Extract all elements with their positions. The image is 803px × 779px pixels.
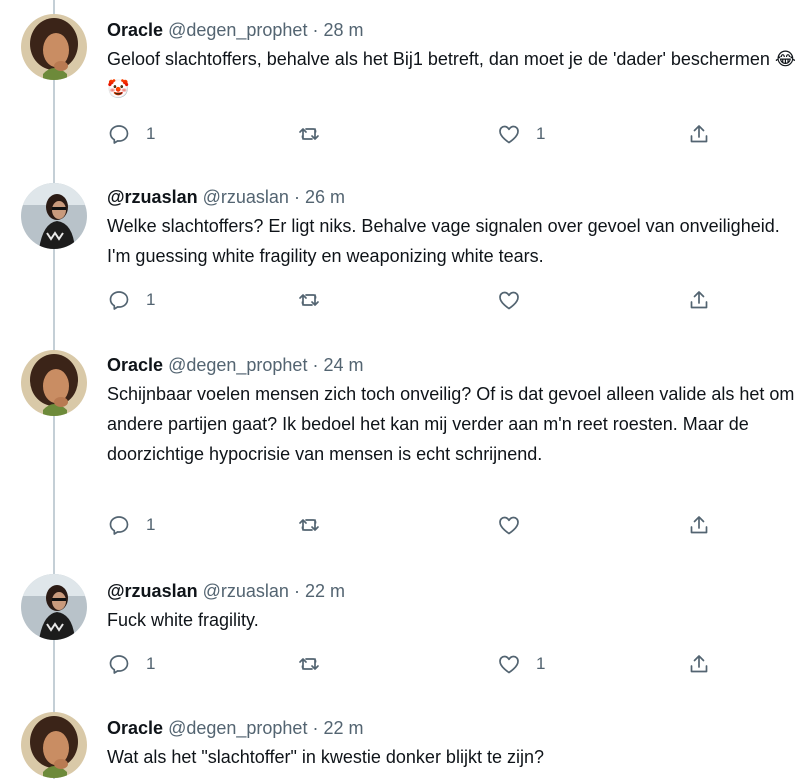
tweet-header: Oracle @degen_prophet · 28 m — [107, 18, 797, 42]
timestamp[interactable]: 28 m — [323, 20, 363, 40]
tweet-text: Welke slachtoffers? Er ligt niks. Behalv… — [107, 216, 780, 266]
retweet-icon — [299, 294, 319, 306]
retweet-icon — [299, 128, 319, 140]
reply-button[interactable]: 1 — [107, 122, 155, 146]
share-button[interactable] — [687, 288, 711, 312]
user-handle[interactable]: @degen_prophet — [168, 20, 307, 40]
tweet-text: Fuck white fragility. — [107, 610, 259, 630]
like-count: 1 — [536, 124, 546, 143]
separator: · — [312, 718, 319, 738]
reply-icon — [109, 291, 129, 310]
user-handle[interactable]: @degen_prophet — [168, 718, 307, 738]
tweet-text: Schijnbaar voelen mensen zich toch onvei… — [107, 384, 795, 464]
reply-count: 1 — [146, 515, 156, 534]
reply-button[interactable]: 1 — [107, 288, 155, 312]
display-name[interactable]: Oracle — [107, 20, 163, 40]
avatar[interactable] — [21, 350, 87, 416]
heart-icon — [499, 125, 519, 144]
avatar[interactable] — [21, 14, 87, 80]
share-icon — [690, 655, 708, 673]
share-button[interactable] — [687, 652, 711, 676]
display-name[interactable]: @rzuaslan — [107, 187, 198, 207]
separator: · — [293, 187, 300, 207]
separator: · — [312, 20, 319, 40]
share-icon — [690, 516, 708, 534]
tweet-actions: 1 1 — [107, 122, 727, 150]
like-button[interactable]: 1 — [497, 652, 545, 676]
user-handle[interactable]: @degen_prophet — [168, 355, 307, 375]
tweet-thread: Oracle @degen_prophet · 28 m Geloof slac… — [0, 0, 803, 779]
tweet-actions: 1 — [107, 513, 727, 541]
retweet-icon — [299, 519, 319, 531]
avatar[interactable] — [21, 183, 87, 249]
heart-icon — [499, 516, 519, 535]
heart-icon — [499, 655, 519, 674]
timestamp[interactable]: 24 m — [323, 355, 363, 375]
reply-count: 1 — [146, 124, 156, 143]
share-button[interactable] — [687, 122, 711, 146]
retweet-icon — [299, 658, 319, 670]
tweet-actions: 1 1 — [107, 652, 727, 680]
reply-icon — [109, 125, 129, 144]
like-button[interactable] — [497, 513, 536, 537]
like-count: 1 — [536, 654, 546, 673]
tweet-header: @rzuaslan @rzuaslan · 26 m — [107, 185, 797, 209]
display-name[interactable]: Oracle — [107, 718, 163, 738]
tweet-header: Oracle @degen_prophet · 24 m — [107, 353, 797, 377]
tweet-header: @rzuaslan @rzuaslan · 22 m — [107, 579, 797, 603]
share-icon — [690, 291, 708, 309]
share-icon — [690, 125, 708, 143]
like-button[interactable]: 1 — [497, 122, 545, 146]
heart-icon — [499, 291, 519, 310]
reply-button[interactable]: 1 — [107, 513, 155, 537]
avatar[interactable] — [21, 574, 87, 640]
tweet-header: Oracle @degen_prophet · 22 m — [107, 716, 797, 740]
user-handle[interactable]: @rzuaslan — [203, 581, 289, 601]
reply-icon — [109, 516, 129, 535]
retweet-button[interactable] — [297, 513, 336, 537]
separator: · — [312, 355, 319, 375]
display-name[interactable]: @rzuaslan — [107, 581, 198, 601]
retweet-button[interactable] — [297, 288, 336, 312]
timestamp[interactable]: 22 m — [305, 581, 345, 601]
retweet-button[interactable] — [297, 122, 336, 146]
tweet-actions: 1 — [107, 288, 727, 316]
share-button[interactable] — [687, 513, 711, 537]
timestamp[interactable]: 22 m — [323, 718, 363, 738]
reply-icon — [109, 655, 129, 674]
reply-count: 1 — [146, 654, 156, 673]
retweet-button[interactable] — [297, 652, 336, 676]
reply-count: 1 — [146, 290, 156, 309]
user-handle[interactable]: @rzuaslan — [203, 187, 289, 207]
tweet-text: Wat als het "slachtoffer" in kwestie don… — [107, 747, 544, 767]
separator: · — [293, 581, 300, 601]
tweet-text: Geloof slachtoffers, behalve als het Bij… — [107, 49, 796, 99]
reply-button[interactable]: 1 — [107, 652, 155, 676]
avatar[interactable] — [21, 712, 87, 778]
timestamp[interactable]: 26 m — [305, 187, 345, 207]
display-name[interactable]: Oracle — [107, 355, 163, 375]
like-button[interactable] — [497, 288, 536, 312]
